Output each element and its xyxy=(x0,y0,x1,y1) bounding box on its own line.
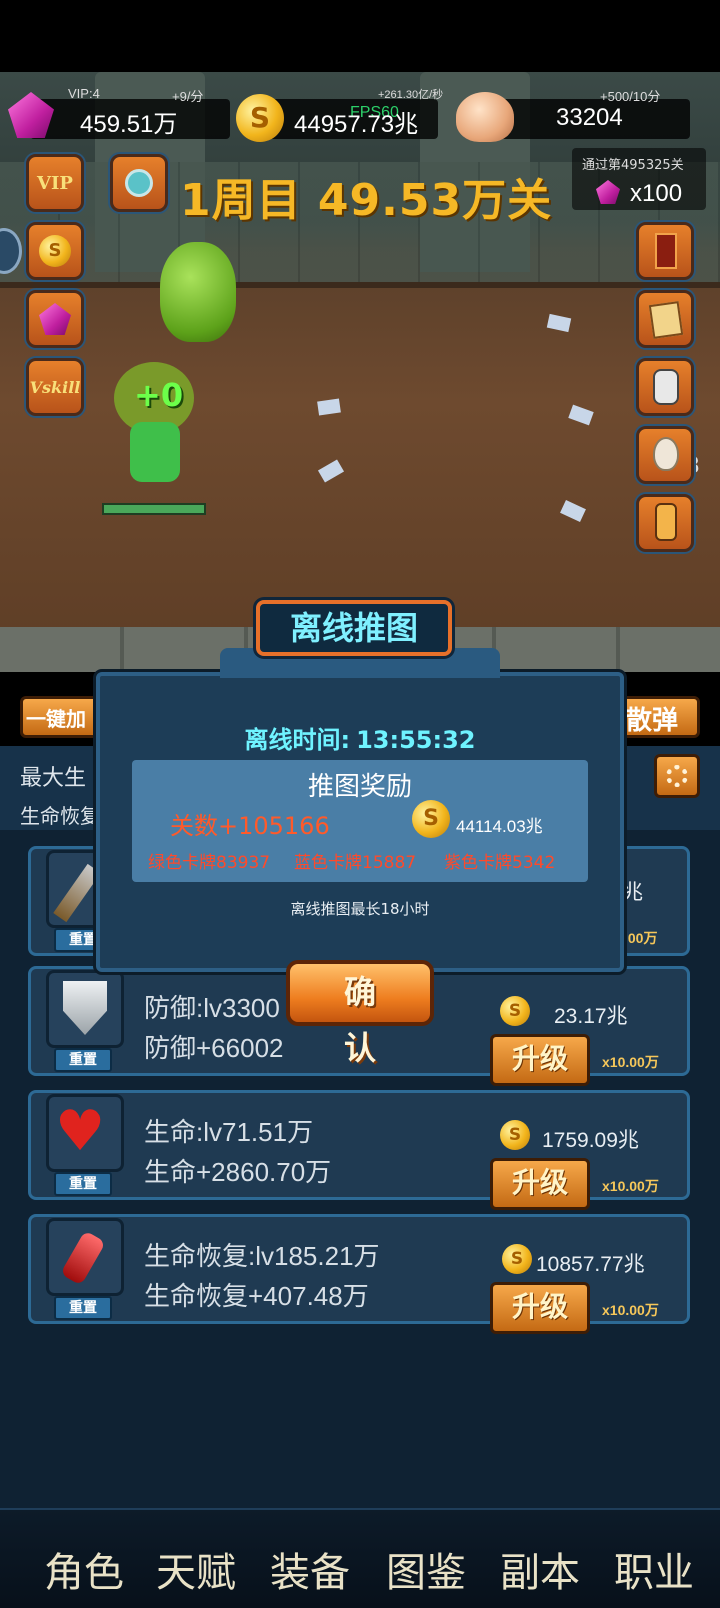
upgrade-button[interactable]: 升级 xyxy=(490,1282,590,1334)
nav-character[interactable]: 角色 xyxy=(44,1540,124,1598)
upgrade-multiplier: x10.00万 xyxy=(602,1302,659,1318)
upgrade-effect: 防御+66002 xyxy=(144,1033,284,1063)
dropped-card xyxy=(546,313,572,333)
stage-title: 1周目 49.53万关 xyxy=(180,175,553,226)
nav-dungeon[interactable]: 副本 xyxy=(500,1540,580,1598)
upgrade-multiplier: x10.00万 xyxy=(602,1054,659,1070)
nav-codex[interactable]: 图鉴 xyxy=(386,1540,466,1598)
coin-icon: S xyxy=(502,1244,532,1274)
upgrade-icon-frame xyxy=(46,970,124,1048)
upgrade-cost: 10857.77兆 xyxy=(536,1253,645,1276)
green-card-gain: 绿色卡牌83937 xyxy=(148,853,271,873)
vip-level: VIP:4 xyxy=(68,86,100,101)
reset-button[interactable]: 重置 xyxy=(54,1172,112,1196)
dropped-card xyxy=(317,398,341,416)
skull-icon xyxy=(456,92,514,142)
upgrade-button[interactable]: 升级 xyxy=(490,1034,590,1086)
nav-talent[interactable]: 天赋 xyxy=(156,1540,236,1598)
gem-icon xyxy=(39,303,71,335)
egg-icon xyxy=(653,437,679,471)
upgrade-cost: 23.17兆 xyxy=(554,1005,628,1028)
coin-rate: +261.30亿/秒 xyxy=(378,89,444,101)
nav-class[interactable]: 职业 xyxy=(614,1540,694,1598)
upgrade-icon-frame xyxy=(46,1218,124,1296)
vip-label: VIP xyxy=(37,172,73,194)
status-bar xyxy=(0,0,720,72)
lantern-icon xyxy=(655,503,677,541)
upgrade-multiplier: x10.00万 xyxy=(602,1178,659,1194)
medal-icon xyxy=(125,169,153,197)
lantern-button[interactable] xyxy=(636,494,694,552)
medal-button[interactable] xyxy=(110,154,168,212)
upgrade-icon-frame: ♥ xyxy=(46,1094,124,1172)
blue-card-gain: 蓝色卡牌15887 xyxy=(294,853,417,873)
card-collection-button[interactable] xyxy=(636,290,694,348)
offline-time-caption: 离线时间: xyxy=(244,726,351,754)
confirm-button[interactable]: 确 认 xyxy=(286,960,434,1067)
coin-icon: S xyxy=(236,94,284,142)
offline-time-value: 13:55:32 xyxy=(356,726,476,754)
offline-limit-note: 离线推图最长18小时 xyxy=(290,900,430,918)
heart-icon: ♥ xyxy=(55,1099,106,1164)
gem-shop-button[interactable] xyxy=(26,290,84,348)
potion-icon xyxy=(60,1230,106,1286)
upgrade-button[interactable]: 升级 xyxy=(490,1158,590,1210)
robot-icon xyxy=(653,369,679,405)
dropped-card xyxy=(568,404,594,426)
stats-line2: 生命恢复 xyxy=(20,804,100,828)
skill-label: Vskill xyxy=(29,377,81,397)
card-icon xyxy=(648,301,684,339)
reset-button[interactable]: 重置 xyxy=(54,1048,112,1072)
upgrade-effect: 生命恢复+407.48万 xyxy=(144,1281,369,1311)
coin-value: 44957.73兆 xyxy=(294,111,419,138)
card-icon xyxy=(655,233,677,269)
dropped-card xyxy=(560,500,586,522)
shield-icon xyxy=(63,981,107,1035)
floating-gain-text: +0 xyxy=(134,376,184,414)
upgrade-effect: 生命+2860.70万 xyxy=(144,1157,332,1187)
dropped-card xyxy=(317,459,345,483)
upgrade-name: 防御:lv3300 xyxy=(144,993,280,1023)
upgrade-cost: 1759.09兆 xyxy=(542,1129,639,1152)
coin-icon: S xyxy=(500,996,530,1026)
reward-gem-count: x100 xyxy=(630,180,683,207)
skull-value: 33204 xyxy=(556,104,623,131)
upgrade-multiplier-partial: .00万 xyxy=(624,930,658,946)
purple-card-gain: 紫色卡牌5342 xyxy=(444,853,556,873)
egg-button[interactable] xyxy=(636,426,694,484)
dialog-title: 离线推图 xyxy=(256,600,452,656)
skull-rate: +500/10分 xyxy=(600,89,661,104)
coin-icon: S xyxy=(500,1120,530,1150)
gem-rate: +9/分 xyxy=(172,89,204,104)
upgrade-name: 生命恢复:lv185.21万 xyxy=(144,1241,380,1271)
reward-hint-label: 通过第495325关 xyxy=(582,158,684,173)
card-pack-button[interactable] xyxy=(636,222,694,280)
nav-equipment[interactable]: 装备 xyxy=(270,1540,350,1598)
upgrade-name: 生命:lv71.51万 xyxy=(144,1117,314,1147)
wall-base xyxy=(0,282,720,288)
coin-icon: S xyxy=(412,800,450,838)
stage-gain: 关数+105166 xyxy=(170,812,330,840)
reset-button[interactable]: 重置 xyxy=(54,1296,112,1320)
offline-time-label: 离线时间: 13:55:32 xyxy=(0,720,720,755)
coin-icon: S xyxy=(39,235,71,267)
coin-gain: 44114.03兆 xyxy=(456,817,543,836)
gem-value: 459.51万 xyxy=(80,111,178,138)
hero-health-bar xyxy=(102,503,206,515)
enemy-blob xyxy=(160,242,236,342)
robot-button[interactable] xyxy=(636,358,694,416)
vskill-button[interactable]: Vskill xyxy=(26,358,84,416)
coin-shop-button[interactable]: S xyxy=(26,222,84,280)
vip-button[interactable]: VIP xyxy=(26,154,84,212)
reward-title: 推图奖励 xyxy=(307,772,412,802)
